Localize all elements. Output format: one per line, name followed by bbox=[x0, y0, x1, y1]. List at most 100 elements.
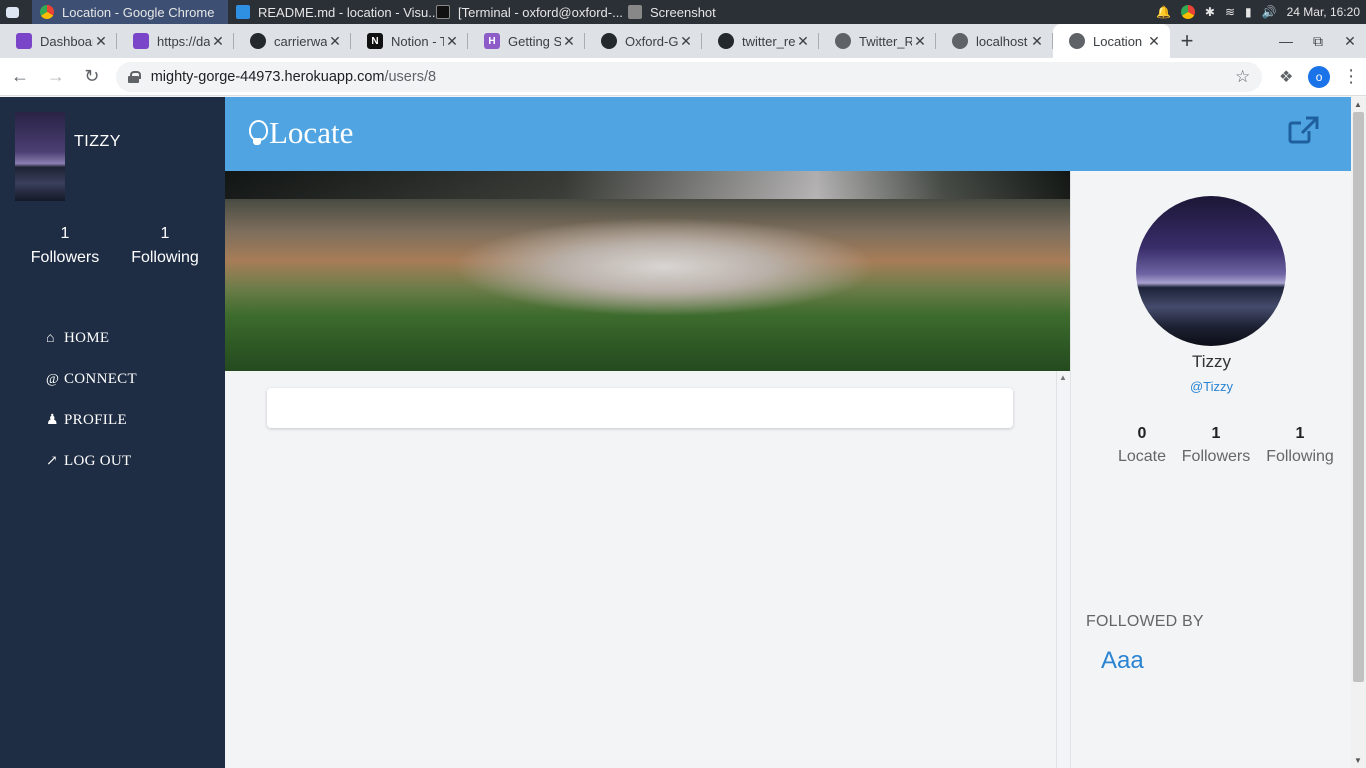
sidebar-followers-label: Followers bbox=[30, 249, 100, 266]
github-icon bbox=[601, 33, 617, 49]
cover-image-top-band bbox=[225, 171, 1070, 199]
globe-icon bbox=[952, 33, 968, 49]
taskbar-item-terminal[interactable]: [Terminal - oxford@oxford-... bbox=[428, 0, 623, 24]
stat-value: 1 bbox=[1211, 425, 1221, 442]
at-icon: @ bbox=[46, 371, 60, 387]
profile-avatar bbox=[1136, 196, 1286, 346]
url-host: mighty-gorge-44973.herokuapp.com bbox=[150, 68, 385, 85]
address-bar[interactable]: mighty-gorge-44973.herokuapp.com/users/8… bbox=[115, 61, 1263, 92]
external-link-icon: ↗ bbox=[46, 454, 59, 469]
close-tab-icon[interactable]: ✕ bbox=[93, 33, 109, 50]
wifi-icon[interactable]: ≋ bbox=[1225, 5, 1235, 19]
minimize-icon[interactable]: — bbox=[1270, 33, 1302, 49]
browser-tab[interactable]: H Getting St ✕ bbox=[468, 24, 585, 58]
nav-logout[interactable]: ↗ LOG OUT bbox=[46, 441, 137, 482]
web-page: TIZZY 1 Followers 1 Following ⌂ HOME @ C… bbox=[0, 97, 1366, 768]
main-feed bbox=[225, 371, 1056, 768]
browser-tab[interactable]: localhost ✕ bbox=[936, 24, 1053, 58]
browser-tab[interactable]: https://da ✕ bbox=[117, 24, 234, 58]
taskbar-item-label: Screenshot bbox=[650, 4, 716, 20]
close-tab-icon[interactable]: ✕ bbox=[795, 33, 811, 50]
sidebar-followers-count: 1 bbox=[60, 225, 70, 242]
nav-profile[interactable]: ♟ PROFILE bbox=[46, 400, 137, 441]
browser-tab[interactable]: carrierwa ✕ bbox=[234, 24, 351, 58]
scroll-down-icon[interactable]: ▼ bbox=[1354, 756, 1362, 765]
nav-home[interactable]: ⌂ HOME bbox=[46, 318, 137, 359]
feed-scrollbar[interactable]: ▲ bbox=[1056, 371, 1070, 768]
lightbulb-icon bbox=[247, 118, 268, 148]
sidebar-username: TIZZY bbox=[74, 133, 121, 150]
sidebar-following-label: Following bbox=[131, 249, 199, 266]
close-tab-icon[interactable]: ✕ bbox=[678, 33, 694, 50]
sidebar-followers[interactable]: 1 Followers bbox=[15, 222, 115, 270]
close-tab-icon[interactable]: ✕ bbox=[327, 33, 343, 50]
nav-logout-label: LOG OUT bbox=[64, 453, 132, 469]
profile-handle[interactable]: @Tizzy bbox=[1071, 379, 1352, 394]
os-menu-icon[interactable] bbox=[0, 0, 24, 24]
browser-tab[interactable]: twitter_re ✕ bbox=[702, 24, 819, 58]
window-controls: — ⧉ ✕ bbox=[1270, 24, 1366, 58]
close-tab-icon[interactable]: ✕ bbox=[444, 33, 460, 50]
browser-tab[interactable]: Oxford-G ✕ bbox=[585, 24, 702, 58]
new-tab-button[interactable]: + bbox=[1170, 24, 1204, 58]
camera-icon bbox=[628, 5, 642, 19]
close-tab-icon[interactable]: ✕ bbox=[1029, 33, 1045, 50]
stat-locate[interactable]: 0 Locate bbox=[1100, 424, 1184, 470]
close-tab-icon[interactable]: ✕ bbox=[210, 33, 226, 50]
extensions-puzzle-icon[interactable]: ❖ bbox=[1270, 67, 1302, 87]
bell-icon[interactable]: 🔔 bbox=[1156, 5, 1171, 19]
chrome-profile-avatar[interactable]: o bbox=[1308, 65, 1331, 88]
page-scrollbar[interactable]: ▲ ▼ bbox=[1351, 97, 1366, 768]
sidebar-avatar bbox=[15, 112, 65, 201]
user-icon: ♟ bbox=[46, 413, 59, 428]
bluetooth-icon[interactable]: ✱ bbox=[1205, 5, 1215, 19]
close-window-icon[interactable]: ✕ bbox=[1334, 33, 1366, 50]
globe-icon bbox=[1069, 33, 1085, 49]
post-card[interactable] bbox=[267, 388, 1013, 428]
stat-following[interactable]: 1 Following bbox=[1258, 424, 1342, 470]
close-tab-icon[interactable]: ✕ bbox=[1146, 33, 1162, 50]
scrollbar-thumb[interactable] bbox=[1353, 112, 1364, 682]
external-link-icon[interactable] bbox=[1287, 115, 1321, 145]
clock[interactable]: 24 Mar, 16:20 bbox=[1287, 5, 1360, 19]
notion-icon: N bbox=[367, 33, 383, 49]
browser-tab-active[interactable]: Location ✕ bbox=[1053, 24, 1170, 58]
tab-label: Getting St bbox=[508, 33, 561, 49]
lock-icon[interactable] bbox=[127, 70, 141, 83]
forward-icon[interactable]: → bbox=[40, 61, 72, 93]
back-icon[interactable]: ← bbox=[4, 61, 36, 93]
browser-tab[interactable]: Twitter_Re ✕ bbox=[819, 24, 936, 58]
github-icon bbox=[250, 33, 266, 49]
tab-label: Oxford-G bbox=[625, 33, 678, 49]
taskbar-item-chrome[interactable]: Location - Google Chrome bbox=[32, 0, 228, 24]
sidebar-nav: ⌂ HOME @ CONNECT ♟ PROFILE ↗ LOG OUT bbox=[46, 318, 137, 482]
tab-label: https://da bbox=[157, 33, 210, 49]
nav-connect[interactable]: @ CONNECT bbox=[46, 359, 137, 400]
sidebar-following[interactable]: 1 Following bbox=[115, 222, 215, 270]
stat-label: Following bbox=[1266, 448, 1334, 465]
taskbar-item-screenshot[interactable]: Screenshot bbox=[620, 0, 750, 24]
stat-followers[interactable]: 1 Followers bbox=[1174, 424, 1258, 470]
taskbar-item-label: [Terminal - oxford@oxford-... bbox=[458, 4, 623, 20]
volume-icon[interactable]: 🔊 bbox=[1262, 5, 1277, 19]
scroll-up-icon[interactable]: ▲ bbox=[1059, 373, 1067, 382]
tab-label: Location bbox=[1093, 33, 1143, 49]
app-header: Locate bbox=[225, 97, 1351, 171]
browser-tab[interactable]: Dashboard ✕ bbox=[0, 24, 117, 58]
chrome-menu-icon[interactable]: ⋮ bbox=[1336, 66, 1366, 87]
follower-link[interactable]: Aaa bbox=[1101, 647, 1144, 675]
heroku-icon bbox=[16, 33, 32, 49]
battery-icon[interactable]: ▮ bbox=[1245, 5, 1252, 19]
reload-icon[interactable]: ↻ bbox=[76, 61, 108, 93]
close-tab-icon[interactable]: ✕ bbox=[912, 33, 928, 50]
restore-icon[interactable]: ⧉ bbox=[1302, 33, 1334, 50]
chrome-tray-icon[interactable] bbox=[1180, 5, 1195, 19]
bookmark-star-icon[interactable]: ☆ bbox=[1235, 67, 1250, 87]
browser-tab[interactable]: N Notion - T ✕ bbox=[351, 24, 468, 58]
brand-logo[interactable]: Locate bbox=[247, 115, 353, 151]
nav-connect-label: CONNECT bbox=[64, 371, 137, 387]
taskbar-item-vscode[interactable]: README.md - location - Visu... bbox=[228, 0, 439, 24]
close-tab-icon[interactable]: ✕ bbox=[561, 33, 577, 50]
taskbar-item-label: README.md - location - Visu... bbox=[258, 4, 440, 20]
scroll-up-icon[interactable]: ▲ bbox=[1354, 100, 1362, 109]
